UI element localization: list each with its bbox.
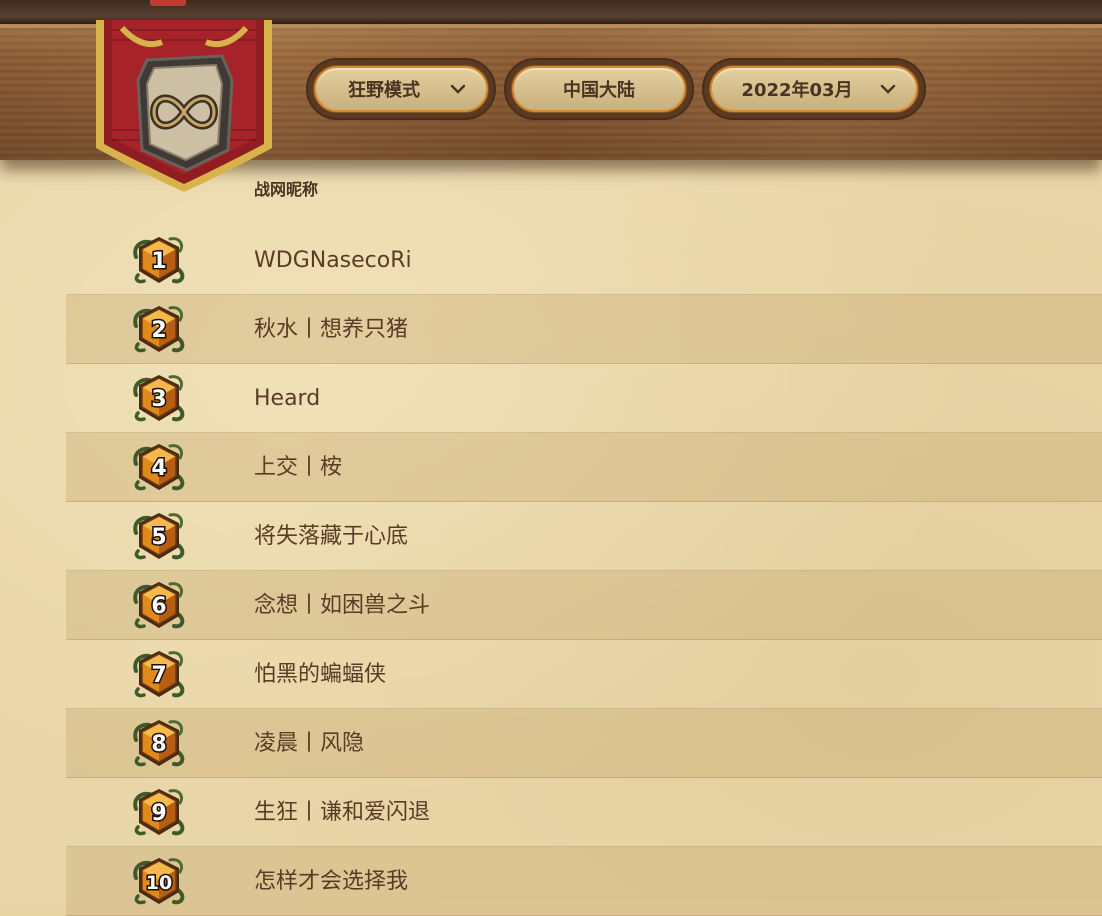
player-nickname: 念想丨如困兽之斗 — [254, 593, 431, 618]
player-nickname: 生狂丨谦和爱闪退 — [254, 800, 431, 825]
rank-badge: 3 — [130, 373, 188, 423]
rank-badge: 6 — [130, 580, 188, 630]
rank-number: 7 — [151, 663, 166, 688]
rank-gem-badge-icon: 3 — [133, 375, 185, 422]
rank-badge: 9 — [130, 787, 188, 837]
table-row: 3 Heard — [66, 364, 1102, 433]
rank-number: 3 — [151, 387, 166, 412]
chevron-down-icon — [880, 84, 896, 94]
player-nickname: 秋水丨想养只猪 — [254, 317, 409, 342]
rank-badge: 5 — [130, 511, 188, 561]
month-select-button[interactable]: 2022年03月 — [710, 66, 918, 112]
player-nickname: 将失落藏于心底 — [254, 524, 409, 549]
rank-badge: 1 — [130, 235, 188, 285]
infinity-banner-icon — [96, 20, 272, 192]
rank-gem-badge-icon: 8 — [133, 720, 185, 767]
player-nickname: Heard — [254, 386, 321, 411]
rank-number: 4 — [151, 456, 166, 481]
player-nickname: WDGNasecoRi — [254, 248, 412, 273]
rank-gem-badge-icon: 9 — [133, 789, 185, 836]
rank-number: 9 — [151, 801, 166, 826]
rank-gem-badge-icon: 1 — [133, 237, 185, 284]
rank-badge: 7 — [130, 649, 188, 699]
player-nickname: 怎样才会选择我 — [254, 869, 409, 894]
region-select-label: 中国大陆 — [563, 80, 635, 101]
rank-badge: 2 — [130, 304, 188, 354]
region-select-button[interactable]: 中国大陆 — [512, 66, 686, 112]
rank-gem-badge-icon: 7 — [133, 651, 185, 698]
mode-select-button[interactable]: 狂野模式 — [314, 66, 488, 112]
rank-number: 5 — [151, 525, 166, 550]
table-row: 4 上交丨桉 — [66, 433, 1102, 502]
rank-badge: 10 — [130, 856, 188, 906]
rank-number: 1 — [151, 249, 166, 274]
column-header-nickname: 战网昵称 — [254, 180, 319, 199]
chevron-down-icon — [450, 84, 466, 94]
rank-gem-badge-icon: 6 — [133, 582, 185, 629]
month-select-label: 2022年03月 — [741, 80, 853, 101]
month-select[interactable]: 2022年03月 — [702, 58, 926, 120]
rank-number: 8 — [151, 732, 166, 757]
player-nickname: 凌晨丨风隐 — [254, 731, 365, 756]
table-row: 9 生狂丨谦和爱闪退 — [66, 778, 1102, 847]
rank-gem-badge-icon: 4 — [133, 444, 185, 491]
table-row: 8 凌晨丨风隐 — [66, 709, 1102, 778]
player-nickname: 怕黑的蝙蝠侠 — [254, 662, 387, 687]
rank-number: 6 — [151, 594, 166, 619]
table-row: 2 秋水丨想养只猪 — [66, 295, 1102, 364]
player-nickname: 上交丨桉 — [254, 455, 343, 480]
table-row: 6 念想丨如困兽之斗 — [66, 571, 1102, 640]
rank-gem-badge-icon: 5 — [133, 513, 185, 560]
mode-select[interactable]: 狂野模式 — [306, 58, 496, 120]
mode-select-label: 狂野模式 — [348, 80, 420, 101]
rank-badge: 8 — [130, 718, 188, 768]
rank-number: 2 — [151, 318, 166, 343]
table-row: 1 WDGNasecoRi — [66, 226, 1102, 295]
region-select[interactable]: 中国大陆 — [504, 58, 694, 120]
rank-number: 10 — [146, 872, 172, 894]
table-row: 7 怕黑的蝙蝠侠 — [66, 640, 1102, 709]
table-row: 10 怎样才会选择我 — [66, 847, 1102, 916]
rank-gem-badge-icon: 10 — [133, 858, 185, 905]
rank-badge: 4 — [130, 442, 188, 492]
leaderboard-table: 1 WDGNasecoRi 2 秋水丨想养只猪 3 Heard 4 上交丨桉 5 将失落藏于心底 6… — [66, 226, 1102, 916]
wild-mode-banner — [92, 20, 276, 195]
rank-gem-badge-icon: 2 — [133, 306, 185, 353]
table-row: 5 将失落藏于心底 — [66, 502, 1102, 571]
